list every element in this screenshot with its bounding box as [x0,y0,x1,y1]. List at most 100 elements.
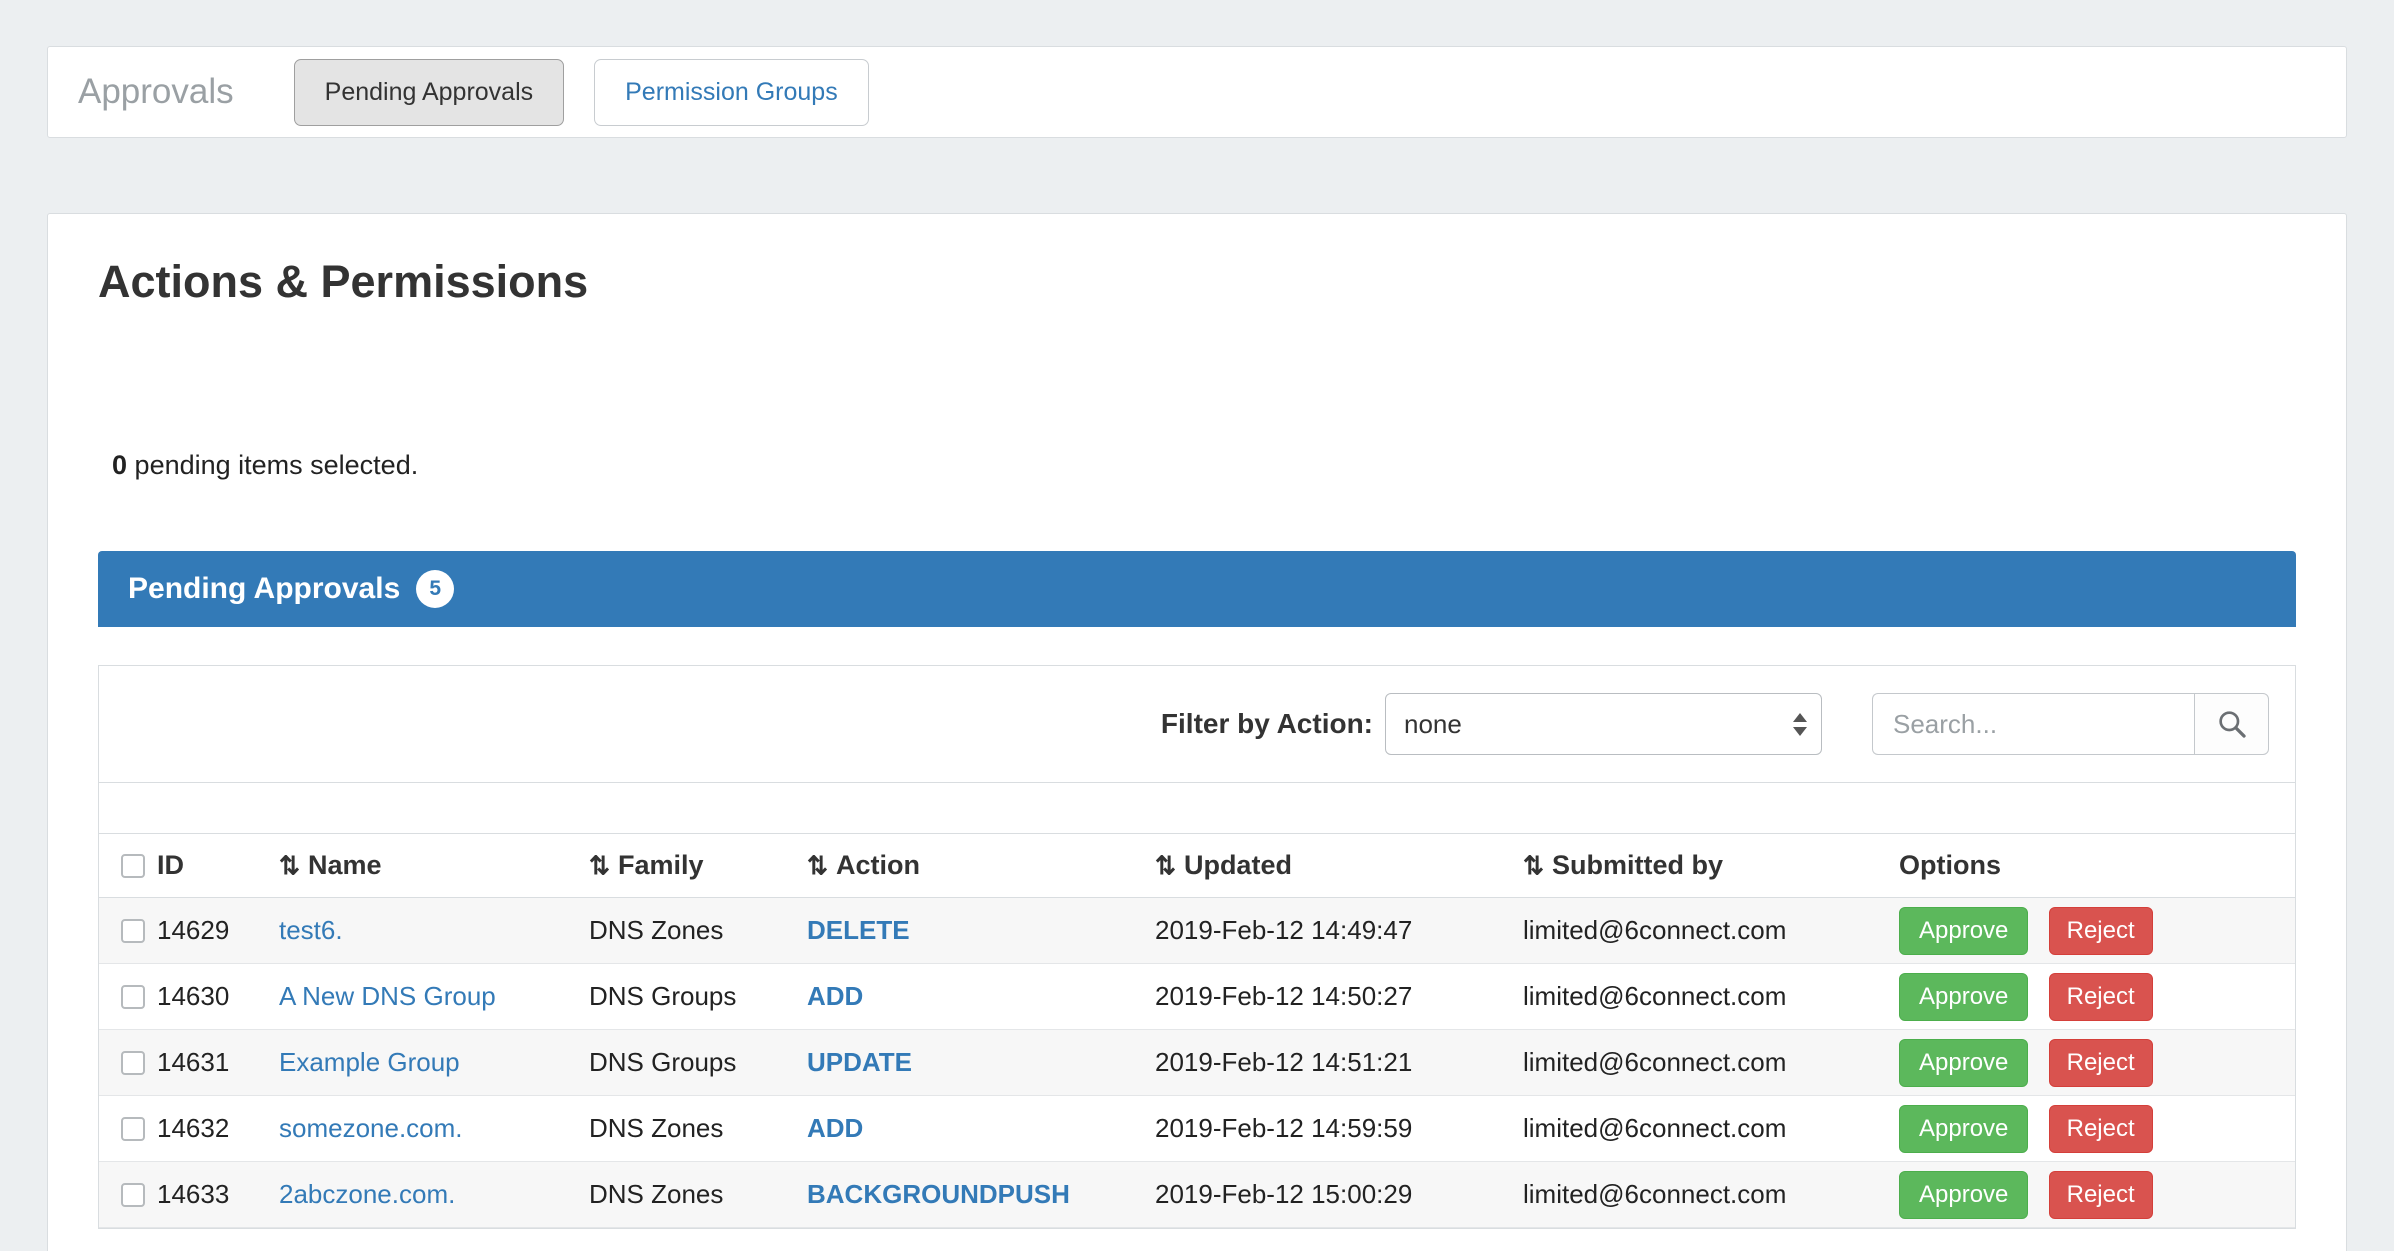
row-family: DNS Groups [589,1030,807,1096]
row-updated: 2019-Feb-12 14:49:47 [1155,898,1523,964]
approvals-table-body: 14629 test6. DNS Zones DELETE 2019-Feb-1… [99,898,2295,1228]
select-all-checkbox[interactable] [121,854,145,878]
row-select-cell [99,898,157,964]
row-action-link[interactable]: ADD [807,981,863,1011]
row-name-link[interactable]: A New DNS Group [279,981,496,1011]
row-checkbox[interactable] [121,1183,145,1207]
sort-icon[interactable]: ⇅ [1155,852,1176,880]
column-header-action[interactable]: ⇅ Action [807,834,1155,898]
row-action-link[interactable]: ADD [807,1113,863,1143]
table-row: 14633 2abczone.com. DNS Zones BACKGROUND… [99,1162,2295,1228]
column-label: Family [618,850,704,880]
approvals-grid: Filter by Action: none [98,665,2296,1229]
reject-button[interactable]: Reject [2049,1039,2153,1087]
column-header-name[interactable]: ⇅ Name [279,834,589,898]
column-label: Submitted by [1552,850,1723,880]
reject-button[interactable]: Reject [2049,1171,2153,1219]
selected-text: pending items selected. [135,450,419,480]
row-select-cell [99,1096,157,1162]
row-submitted-by: limited@6connect.com [1523,898,1899,964]
table-row: 14629 test6. DNS Zones DELETE 2019-Feb-1… [99,898,2295,964]
row-id: 14631 [157,1030,279,1096]
pending-approvals-table: ID ⇅ Name ⇅ Family ⇅ Action ⇅ Updated [99,833,2295,1228]
row-action-link[interactable]: DELETE [807,915,910,945]
row-checkbox[interactable] [121,985,145,1009]
approve-button[interactable]: Approve [1899,907,2028,955]
tab-pending-approvals[interactable]: Pending Approvals [294,59,564,126]
row-select-cell [99,964,157,1030]
select-all-cell [99,834,157,898]
row-checkbox[interactable] [121,919,145,943]
row-name-link[interactable]: 2abczone.com. [279,1179,455,1209]
sort-icon[interactable]: ⇅ [807,852,828,880]
table-row: 14631 Example Group DNS Groups UPDATE 20… [99,1030,2295,1096]
search-button[interactable] [2194,693,2269,755]
approve-button[interactable]: Approve [1899,1039,2028,1087]
sort-icon[interactable]: ⇅ [1523,852,1544,880]
approvals-header-bar: Approvals Pending Approvals Permission G… [47,46,2347,138]
row-name-link[interactable]: Example Group [279,1047,460,1077]
column-label: Name [308,850,382,880]
row-checkbox[interactable] [121,1051,145,1075]
row-updated: 2019-Feb-12 14:59:59 [1155,1096,1523,1162]
row-id: 14630 [157,964,279,1030]
column-header-family[interactable]: ⇅ Family [589,834,807,898]
reject-button[interactable]: Reject [2049,973,2153,1021]
row-updated: 2019-Feb-12 15:00:29 [1155,1162,1523,1228]
selected-summary: 0 pending items selected. [112,450,2296,481]
row-name-link[interactable]: test6. [279,915,343,945]
search-group [1872,693,2269,755]
row-updated: 2019-Feb-12 14:51:21 [1155,1030,1523,1096]
row-submitted-by: limited@6connect.com [1523,1162,1899,1228]
column-header-id: ID [157,834,279,898]
column-header-options: Options [1899,834,2295,898]
table-header-row: ID ⇅ Name ⇅ Family ⇅ Action ⇅ Updated [99,834,2295,898]
action-filter-select[interactable]: none [1385,693,1822,755]
action-filter-selected-value: none [1404,709,1462,740]
approve-button[interactable]: Approve [1899,973,2028,1021]
column-label: ID [157,850,184,880]
table-row: 14632 somezone.com. DNS Zones ADD 2019-F… [99,1096,2295,1162]
panel-heading-title: Pending Approvals [128,572,400,606]
reject-button[interactable]: Reject [2049,1105,2153,1153]
select-stepper-icon [1793,713,1807,736]
filter-by-action-label: Filter by Action: [1161,708,1373,740]
row-action-link[interactable]: BACKGROUNDPUSH [807,1179,1070,1209]
sort-icon[interactable]: ⇅ [279,852,300,880]
row-id: 14632 [157,1096,279,1162]
pending-approvals-panel-heading: Pending Approvals 5 [98,551,2296,627]
page-section-title: Approvals [78,72,234,112]
row-select-cell [99,1162,157,1228]
row-checkbox[interactable] [121,1117,145,1141]
magnifier-icon [2216,708,2248,740]
tab-permission-groups[interactable]: Permission Groups [594,59,869,126]
row-id: 14633 [157,1162,279,1228]
row-family: DNS Zones [589,1096,807,1162]
row-family: DNS Zones [589,1162,807,1228]
column-label: Action [836,850,920,880]
approve-button[interactable]: Approve [1899,1171,2028,1219]
main-panel: Actions & Permissions 0 pending items se… [47,213,2347,1251]
column-header-submitted-by[interactable]: ⇅ Submitted by [1523,834,1899,898]
page-title: Actions & Permissions [98,256,2296,308]
row-name-link[interactable]: somezone.com. [279,1113,463,1143]
table-toolbar: Filter by Action: none [99,666,2295,783]
row-submitted-by: limited@6connect.com [1523,1030,1899,1096]
row-updated: 2019-Feb-12 14:50:27 [1155,964,1523,1030]
approve-button[interactable]: Approve [1899,1105,2028,1153]
search-input[interactable] [1872,693,2194,755]
reject-button[interactable]: Reject [2049,907,2153,955]
row-select-cell [99,1030,157,1096]
row-submitted-by: limited@6connect.com [1523,1096,1899,1162]
column-label: Updated [1184,850,1292,880]
row-submitted-by: limited@6connect.com [1523,964,1899,1030]
row-id: 14629 [157,898,279,964]
pending-count-badge: 5 [416,570,454,608]
row-family: DNS Zones [589,898,807,964]
row-family: DNS Groups [589,964,807,1030]
selected-count: 0 [112,450,127,480]
table-row: 14630 A New DNS Group DNS Groups ADD 201… [99,964,2295,1030]
sort-icon[interactable]: ⇅ [589,852,610,880]
row-action-link[interactable]: UPDATE [807,1047,912,1077]
column-header-updated[interactable]: ⇅ Updated [1155,834,1523,898]
